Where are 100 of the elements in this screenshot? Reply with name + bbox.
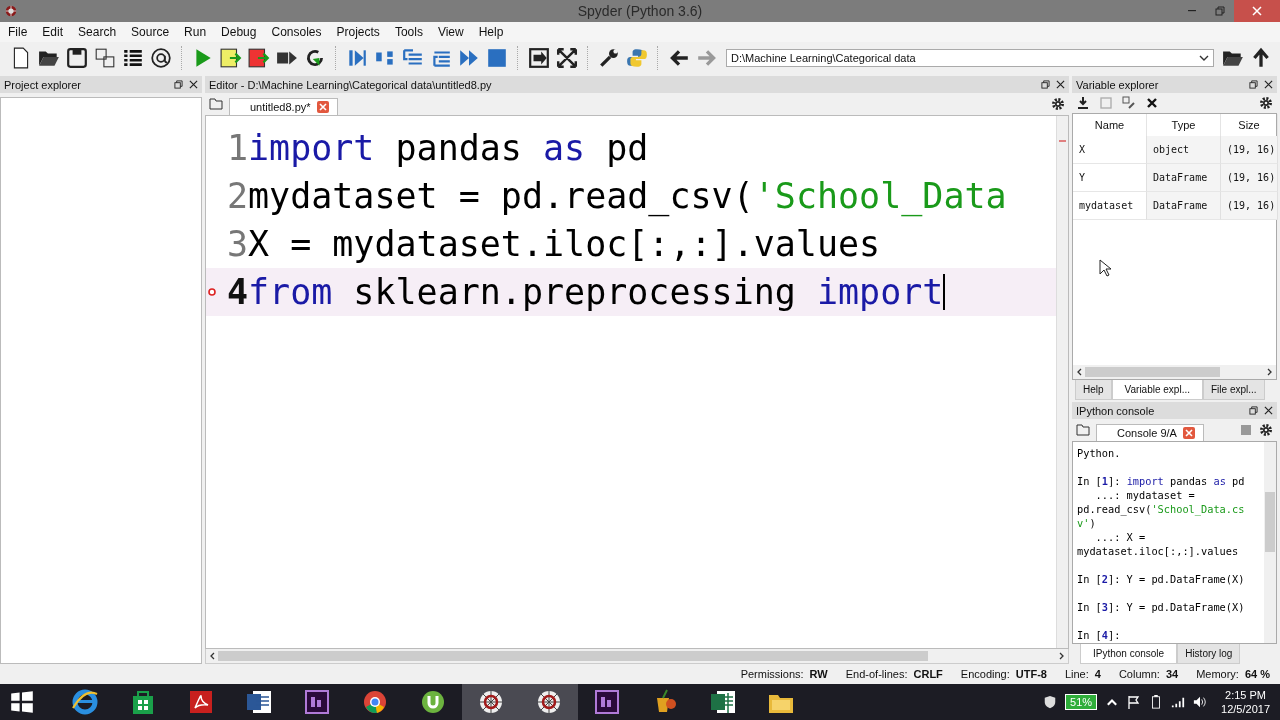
video-app-icon[interactable]: [593, 688, 621, 716]
spreadsheet-icon[interactable]: [709, 688, 737, 716]
menu-item[interactable]: Projects: [330, 25, 386, 39]
globe-icon[interactable]: [361, 688, 389, 716]
scroll-left-icon[interactable]: [209, 652, 215, 660]
console-line: In [1]: import pandas as pd: [1077, 474, 1246, 488]
close-icon[interactable]: [1264, 406, 1273, 415]
pane-title: Editor - D:\Machine Learning\Categorical data\untitled8.py: [209, 78, 493, 91]
scroll-right-icon[interactable]: [1059, 652, 1065, 660]
menu-item[interactable]: Tools: [388, 25, 429, 39]
pane-tab[interactable]: History log: [1177, 644, 1241, 664]
window-title: Spyder (Python 3.6): [577, 3, 703, 19]
console-line: v'): [1077, 516, 1097, 530]
scrollbar[interactable]: [1056, 116, 1068, 648]
console-line: ...: X =: [1094, 530, 1147, 544]
save-as-icon[interactable]: [1122, 96, 1136, 110]
menu-item[interactable]: Search: [72, 25, 123, 39]
scroll-right-icon[interactable]: [1267, 368, 1273, 376]
scrollbar[interactable]: [205, 649, 1069, 664]
rerun-icon[interactable]: [304, 47, 326, 69]
speaker-icon[interactable]: [1193, 695, 1208, 709]
menu-item[interactable]: File: [2, 25, 34, 39]
menu-item[interactable]: Run: [178, 25, 213, 39]
pane-tab[interactable]: IPython console: [1080, 644, 1178, 664]
close-icon[interactable]: [1056, 80, 1065, 89]
code-line: import pandas as pd: [248, 128, 649, 168]
table-cell: (19, 16): [1221, 192, 1278, 220]
undock-icon[interactable]: [1249, 80, 1258, 89]
fullscreen-icon[interactable]: [556, 47, 578, 69]
flag-icon[interactable]: [1127, 695, 1142, 709]
debug-icon[interactable]: [346, 47, 368, 69]
pane-tab[interactable]: File expl...: [1203, 380, 1265, 400]
maximize-pane-icon[interactable]: [528, 47, 550, 69]
menu-item[interactable]: Source: [125, 25, 176, 39]
remove-icon[interactable]: [1145, 96, 1159, 110]
status-label: Permissions:: [740, 668, 804, 680]
pane-tab[interactable]: Variable expl...: [1111, 380, 1203, 400]
close-icon[interactable]: [1264, 80, 1273, 89]
pdf-icon[interactable]: [187, 688, 215, 716]
console-line: mydataset.iloc[:,:].values: [1077, 544, 1240, 558]
table-cell: (19, 16): [1221, 136, 1278, 164]
list-icon[interactable]: [122, 47, 144, 69]
code-line: mydataset = pd.read_csv('School_Data: [248, 176, 1007, 216]
save-icon[interactable]: [66, 47, 88, 69]
table-cell: object: [1147, 136, 1221, 164]
browse-tabs-icon[interactable]: [209, 97, 223, 111]
spider-web-icon[interactable]: [477, 688, 505, 716]
status-label: Line:: [1064, 668, 1089, 680]
signal-icon[interactable]: [1171, 695, 1186, 709]
clock-date[interactable]: 12/5/2017: [1221, 702, 1270, 716]
close-tab-icon[interactable]: [1182, 427, 1195, 439]
menu-item[interactable]: Consoles: [265, 25, 328, 39]
save-all-icon[interactable]: [94, 47, 116, 69]
status-value: 64 %: [1244, 668, 1270, 680]
spider-web-icon[interactable]: [535, 688, 563, 716]
console-line: In [4]:: [1077, 628, 1122, 642]
status-value: CRLF: [913, 668, 943, 680]
at-sign-icon[interactable]: [150, 47, 172, 69]
pane-tab[interactable]: Help: [1075, 380, 1112, 400]
table-cell: Y: [1073, 164, 1147, 192]
browser-icon[interactable]: [71, 688, 99, 716]
start-icon[interactable]: [10, 690, 34, 714]
close-icon: [1252, 6, 1262, 16]
close-icon[interactable]: [189, 80, 198, 89]
run-cell-icon[interactable]: [220, 47, 242, 69]
line-number: 4: [226, 272, 248, 312]
video-app-icon[interactable]: [303, 688, 331, 716]
undock-icon[interactable]: [1249, 406, 1258, 415]
stop-icon[interactable]: [486, 47, 508, 69]
import-data-icon[interactable]: [1076, 96, 1090, 110]
clock-time[interactable]: 2:15 PM: [1225, 688, 1266, 702]
console-line: pd.read_csv('School_Data.cs: [1077, 502, 1246, 516]
close-tab-icon[interactable]: [316, 101, 329, 113]
file-tab[interactable]: untitled8.py*: [229, 98, 338, 115]
settings-icon[interactable]: [1259, 423, 1273, 437]
run-cell-advance-icon[interactable]: [248, 47, 270, 69]
console-tab[interactable]: Console 9/A: [1096, 424, 1204, 441]
settings-icon[interactable]: [1051, 97, 1065, 111]
caret-icon: [1199, 55, 1209, 61]
menu-item[interactable]: Debug: [215, 25, 263, 39]
scrollbar[interactable]: [1264, 442, 1276, 643]
menu-item[interactable]: View: [431, 25, 470, 39]
path-dropdown[interactable]: D:\Machine Learning\Categorical data: [726, 49, 1214, 67]
torrent-icon[interactable]: [419, 688, 447, 716]
undock-icon[interactable]: [174, 80, 183, 89]
menu-item[interactable]: Help: [472, 25, 510, 39]
python-icon[interactable]: [626, 47, 648, 69]
console-line: ...: mydataset =: [1094, 488, 1196, 502]
browse-tabs-icon[interactable]: [1076, 423, 1090, 437]
minimize-icon: [1188, 10, 1196, 12]
undock-icon[interactable]: [1041, 80, 1050, 89]
scroll-left-icon[interactable]: [1076, 368, 1082, 376]
settings-icon[interactable]: [1259, 96, 1273, 110]
status-value: 4: [1094, 668, 1101, 680]
line-number: 3: [226, 224, 248, 264]
menu-item[interactable]: Edit: [36, 25, 70, 39]
document-icon[interactable]: [245, 688, 273, 716]
scrollbar[interactable]: [1073, 365, 1276, 379]
console-line: In [2]: Y = pd.DataFrame(X): [1077, 572, 1246, 586]
wrench-icon[interactable]: [598, 47, 620, 69]
